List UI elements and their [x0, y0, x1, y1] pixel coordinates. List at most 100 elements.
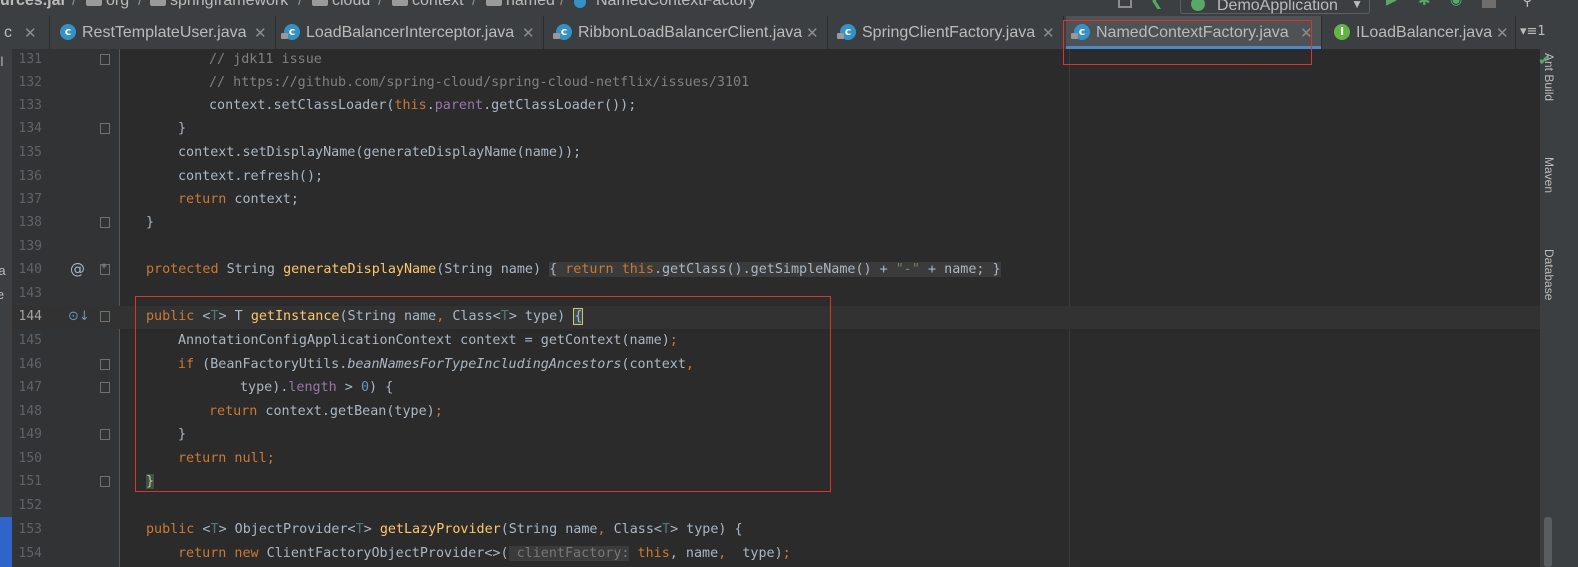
- tab-overflow-menu[interactable]: ▾≡1: [1520, 24, 1546, 39]
- database-tool-tab[interactable]: Database: [1542, 249, 1556, 300]
- code-line[interactable]: 148 return context.getBean(type);: [0, 401, 1540, 424]
- fold-marker[interactable]: [100, 311, 110, 322]
- code-token: type).: [240, 380, 289, 395]
- breadcrumb-separator: /: [560, 0, 565, 9]
- code-line[interactable]: 147 type).length > 0) {: [0, 377, 1540, 400]
- editor-tab[interactable]: I ILoadBalancer.java ✕: [1326, 16, 1516, 49]
- line-number: 149: [18, 427, 42, 442]
- breadcrumb-separator: /: [138, 0, 143, 9]
- code-line[interactable]: 138 }: [0, 212, 1540, 235]
- code-line[interactable]: 143: [0, 283, 1540, 306]
- back-arrow-icon[interactable]: ❮: [1150, 0, 1164, 9]
- close-icon[interactable]: ✕: [1300, 24, 1313, 42]
- code-method: getLazyProvider: [379, 522, 501, 537]
- editor-tab[interactable]: c LoadBalancerInterceptor.java ✕: [276, 16, 544, 49]
- vertical-scrollbar-thumb[interactable]: [1544, 517, 1552, 567]
- close-icon[interactable]: ✕: [806, 24, 819, 42]
- code-token: ,: [436, 309, 453, 324]
- close-icon[interactable]: ✕: [24, 24, 37, 42]
- code-number: 0: [360, 380, 369, 395]
- editor-tab-active[interactable]: c NamedContextFactory.java ✕: [1066, 16, 1322, 49]
- code-line[interactable]: 136 context.refresh();: [0, 166, 1540, 189]
- code-line[interactable]: 153 public <T> ObjectProvider<T> getLazy…: [0, 519, 1540, 542]
- folder-icon: [392, 0, 408, 6]
- ant-build-tool-tab[interactable]: Ant Build: [1542, 53, 1556, 101]
- build-icon[interactable]: [1118, 0, 1132, 8]
- code-token: > ObjectProvider<: [218, 522, 356, 537]
- fold-marker[interactable]: [100, 382, 110, 393]
- code-line[interactable]: 139: [0, 236, 1540, 259]
- fold-marker[interactable]: [100, 123, 110, 134]
- editor-tab-partial[interactable]: c ✕: [0, 16, 50, 49]
- editor-tab[interactable]: c RibbonLoadBalancerClient.java ✕: [548, 16, 828, 49]
- close-icon[interactable]: ✕: [1042, 24, 1055, 42]
- fold-marker[interactable]: [100, 359, 110, 370]
- fold-marker[interactable]: [100, 217, 110, 228]
- code-keyword: return: [209, 404, 258, 419]
- code-token: context.setClassLoader(: [209, 98, 395, 113]
- fold-expand-marker[interactable]: [100, 261, 110, 275]
- code-token: {: [549, 262, 566, 277]
- code-line[interactable]: 132 // https://github.com/spring-cloud/s…: [0, 72, 1540, 95]
- close-icon[interactable]: ✕: [522, 24, 535, 42]
- fold-marker[interactable]: [100, 429, 110, 440]
- folder-icon: [86, 0, 102, 6]
- search-icon[interactable]: ⚲: [1522, 0, 1536, 9]
- coverage-icon[interactable]: ◉: [1450, 0, 1464, 8]
- code-token: <: [194, 522, 211, 537]
- code-line[interactable]: 151 }: [0, 471, 1540, 494]
- code-line[interactable]: 134 }: [0, 118, 1540, 141]
- code-token: Class<: [613, 522, 662, 537]
- folder-icon: [150, 0, 166, 6]
- maven-tool-tab[interactable]: Maven: [1542, 157, 1556, 193]
- line-number: 134: [18, 121, 42, 136]
- editor-tab[interactable]: c SpringClientFactory.java ✕: [832, 16, 1064, 49]
- breadcrumb-item[interactable]: named: [506, 0, 555, 10]
- line-number: 132: [18, 75, 42, 90]
- code-line[interactable]: 133 context.setClassLoader(this.parent.g…: [0, 95, 1540, 118]
- line-number: 153: [18, 522, 42, 537]
- breadcrumb-item[interactable]: urces.jar: [0, 0, 67, 10]
- fold-marker[interactable]: [100, 476, 110, 487]
- code-line[interactable]: 149 }: [0, 424, 1540, 447]
- code-token: type): [734, 546, 783, 561]
- code-token: >: [336, 380, 361, 395]
- code-line[interactable]: 154 return new ClientFactoryObjectProvid…: [0, 543, 1540, 566]
- breadcrumb-item[interactable]: springframework: [170, 0, 288, 10]
- code-line[interactable]: 135 context.setDisplayName(generateDispl…: [0, 142, 1540, 165]
- line-number: 136: [18, 169, 42, 184]
- run-configuration-selector[interactable]: DemoApplication ▼: [1180, 0, 1370, 14]
- fold-marker[interactable]: [100, 54, 110, 65]
- run-icon[interactable]: ▶: [1386, 0, 1400, 8]
- code-editor[interactable]: 131 // jdk11 issue 132 // https://github…: [0, 49, 1578, 567]
- folded-region[interactable]: { return this.getClass().getSimpleName()…: [549, 262, 1001, 277]
- code-line[interactable]: 137 return context;: [0, 189, 1540, 212]
- debug-icon[interactable]: ✱: [1418, 0, 1432, 9]
- breadcrumb-item[interactable]: context: [412, 0, 464, 10]
- right-tool-strip: [1540, 49, 1578, 567]
- stop-icon[interactable]: [1482, 0, 1496, 8]
- code-token: String: [218, 262, 284, 277]
- close-icon[interactable]: ✕: [1496, 24, 1509, 42]
- code-line-current[interactable]: 144 ⊙↓ public <T> T getInstance(String n…: [0, 306, 1540, 329]
- code-line[interactable]: 152: [0, 495, 1540, 518]
- code-line[interactable]: 146 if (BeanFactoryUtils.beanNamesForTyp…: [0, 354, 1540, 377]
- matched-brace: {: [573, 308, 584, 325]
- code-line[interactable]: 145 AnnotationConfigApplicationContext c…: [0, 330, 1540, 353]
- code-keyword: public: [146, 309, 195, 324]
- editor-tab[interactable]: c RestTemplateUser.java ✕: [52, 16, 276, 49]
- line-number: 140: [18, 262, 42, 277]
- code-keyword: return: [565, 262, 622, 277]
- run-configuration-label: DemoApplication: [1217, 0, 1338, 14]
- code-line[interactable]: 131 // jdk11 issue: [0, 49, 1540, 72]
- breadcrumb-item[interactable]: cloud: [332, 0, 370, 10]
- override-icon[interactable]: @: [70, 260, 85, 278]
- implements-method-icon[interactable]: ⊙↓: [68, 309, 90, 324]
- code-method: getInstance: [250, 309, 340, 324]
- breadcrumb-item[interactable]: org: [106, 0, 129, 10]
- breadcrumb-item[interactable]: NamedContextFactory: [596, 0, 756, 10]
- code-line[interactable]: 150 return null;: [0, 448, 1540, 471]
- code-line[interactable]: 140 @ protected String generateDisplayNa…: [0, 259, 1540, 282]
- close-icon[interactable]: ✕: [254, 24, 267, 42]
- project-panel-edge[interactable]: cl ra le: [0, 49, 12, 567]
